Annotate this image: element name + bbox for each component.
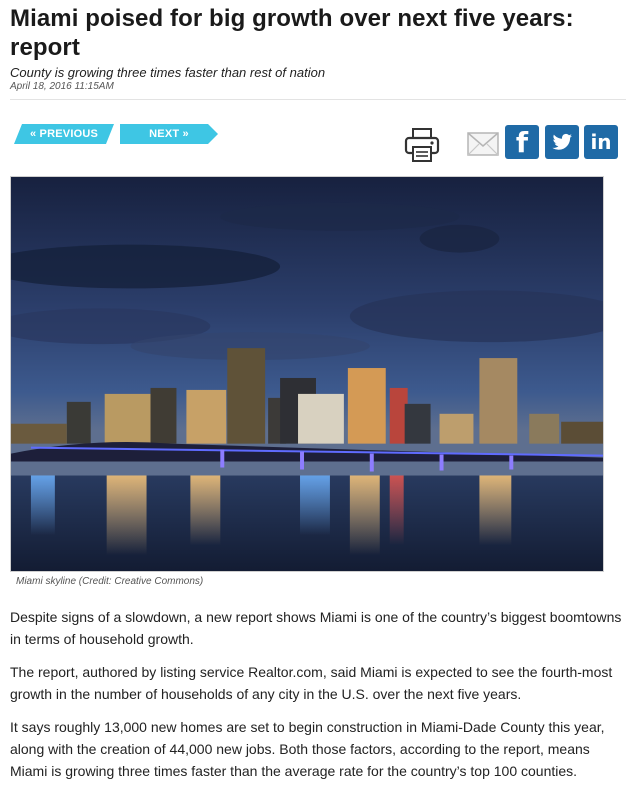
miami-skyline-photo <box>10 176 604 572</box>
photo-caption: Miami skyline (Credit: Creative Commons) <box>16 576 204 587</box>
facebook-icon[interactable]: f <box>505 125 539 159</box>
body-paragraph-1: Despite signs of a slowdown, a new repor… <box>10 609 622 647</box>
twitter-icon[interactable] <box>545 125 579 159</box>
body-paragraph-3: It says roughly 13,000 new homes are set… <box>10 719 605 779</box>
article-headline: Miami poised for big growth over next fi… <box>10 5 574 61</box>
article-date: April 18, 2016 11:15AM <box>10 81 114 92</box>
next-button[interactable]: NEXT » <box>120 124 218 144</box>
header-divider <box>10 99 626 100</box>
mail-icon[interactable] <box>467 131 499 157</box>
previous-button[interactable]: « PREVIOUS <box>14 124 114 144</box>
article-subhead: County is growing three times faster tha… <box>10 65 326 80</box>
print-icon[interactable] <box>404 127 440 163</box>
body-paragraph-2: The report, authored by listing service … <box>10 664 613 702</box>
linkedin-icon[interactable]: in <box>584 125 618 159</box>
